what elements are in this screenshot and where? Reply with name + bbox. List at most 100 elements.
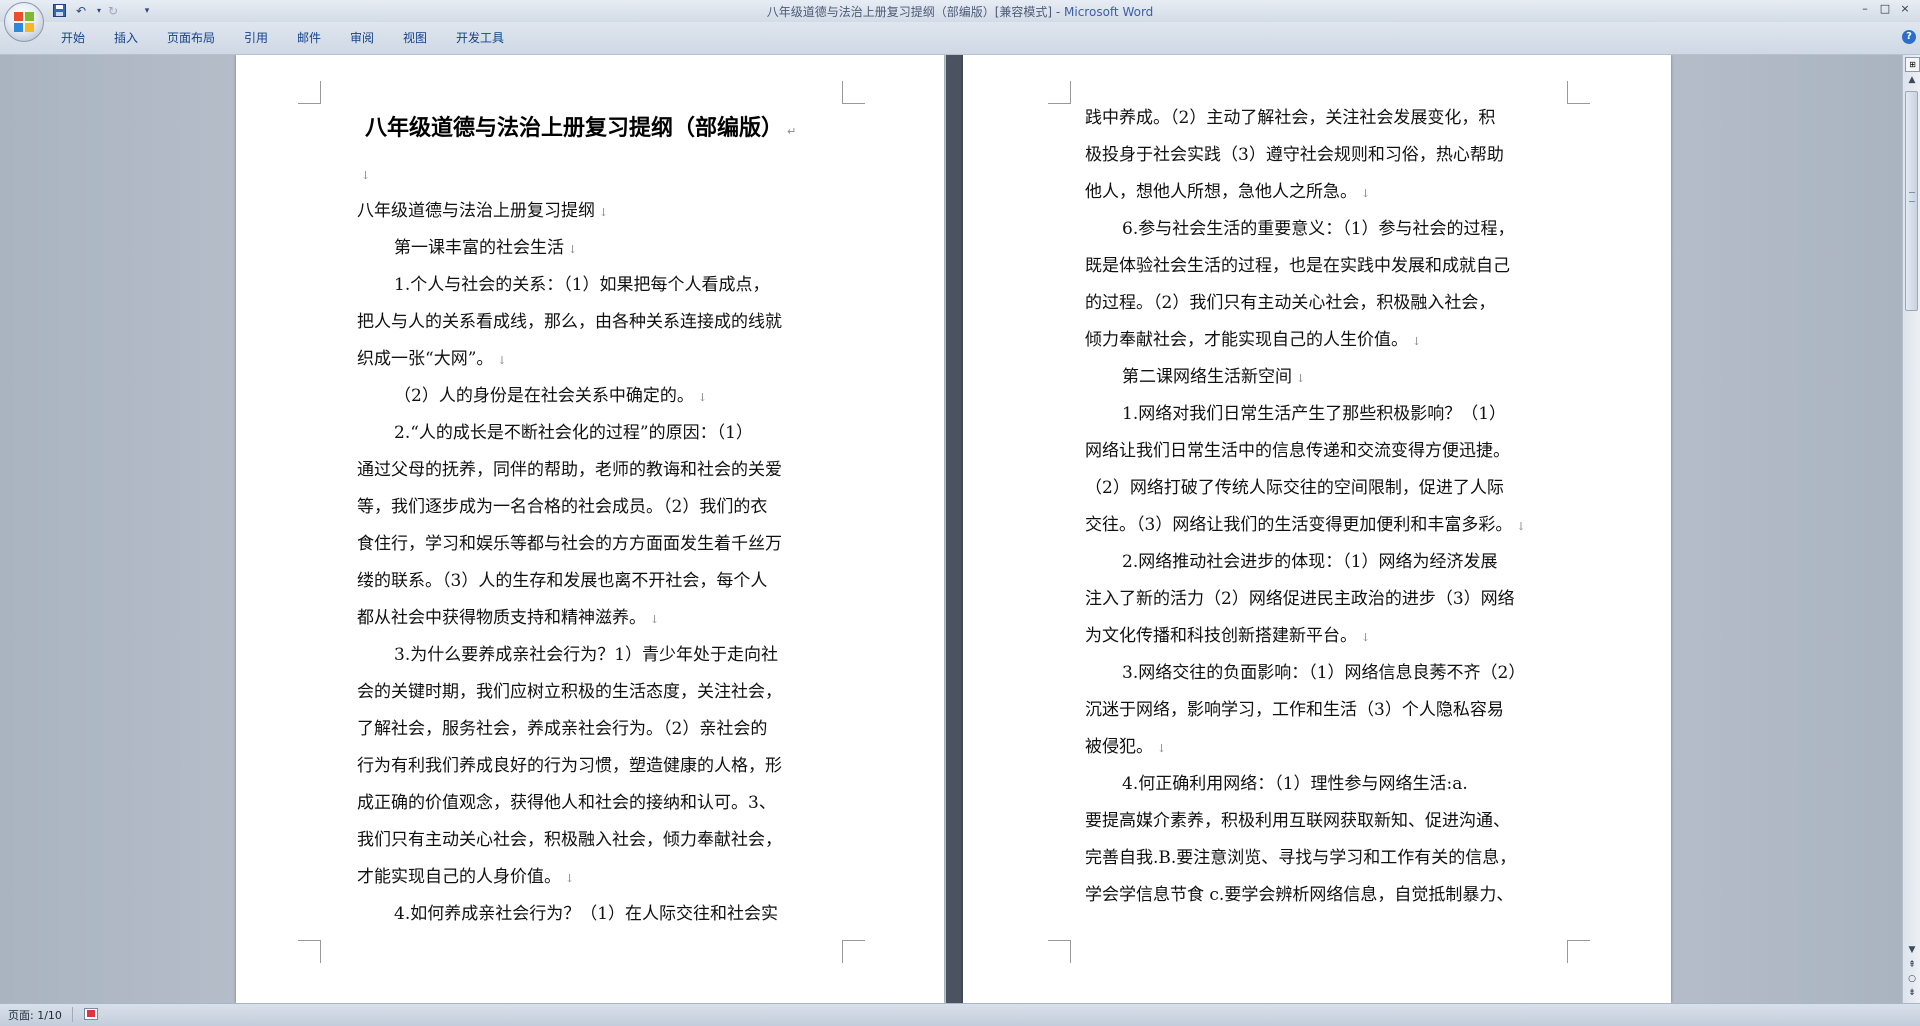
close-button[interactable]: ×	[1896, 2, 1914, 16]
help-icon[interactable]: ?	[1902, 30, 1916, 44]
tab-developer[interactable]: 开发工具	[456, 30, 504, 46]
margin-corner-mark	[298, 81, 321, 104]
minimize-button[interactable]: –	[1856, 2, 1874, 16]
document-line[interactable]: 通过父母的抚养，同伴的帮助，老师的教诲和社会的关爱	[357, 459, 782, 481]
line-text: 食住行，学习和娱乐等都与社会的方方面面发生着千丝万	[357, 534, 782, 554]
line-break-mark: ↓	[497, 354, 507, 367]
line-text: 3.为什么要养成亲社会行为？1）青少年处于走向社	[394, 645, 779, 665]
line-break-mark: ↓	[1296, 372, 1306, 385]
line-text: 交往。（3）网络让我们的生活变得更加便利和丰富多彩。	[1085, 515, 1513, 535]
document-line[interactable]: 他人，想他人所想，急他人之所急。 ↓	[1085, 181, 1370, 203]
document-workspace[interactable]: 八年级道德与法治上册复习提纲（部编版） ↵ ↓ 八年级道德与法治上册复习提纲 ↓ 第一课…	[0, 55, 1902, 1003]
document-line[interactable]: （2）人的身份是在社会关系中确定的。 ↓	[394, 385, 707, 407]
line-text: 会的关键时期，我们应树立积极的生活态度，关注社会，	[357, 682, 782, 702]
document-line[interactable]: 第二课网络生活新空间 ↓	[1122, 366, 1305, 388]
document-line[interactable]: 被侵犯。 ↓	[1085, 736, 1166, 758]
line-break-mark: ↓	[1516, 520, 1526, 533]
scroll-grip-icon	[1909, 192, 1915, 202]
scroll-down-icon[interactable]: ▼	[1905, 943, 1919, 957]
line-text: 4.如何养成亲社会行为？（1）在人际交往和社会实	[394, 904, 779, 924]
document-line[interactable]: 1.个人与社会的关系：（1）如果把每个人看成点，	[394, 274, 770, 296]
document-page-right[interactable]: 践中养成。（2）主动了解社会，关注社会发展变化，积 极投身于社会实践（3）遵守社会…	[963, 55, 1671, 1003]
line-text: 6.参与社会生活的重要意义：（1）参与社会的过程，	[1122, 219, 1515, 239]
document-line[interactable]: 2.网络推动社会进步的体现：（1）网络为经济发展	[1122, 551, 1498, 573]
document-line[interactable]: 极投身于社会实践（3）遵守社会规则和习俗，热心帮助	[1085, 144, 1504, 166]
line-text: 学会学信息节食 c.要学会辨析网络信息，自觉抵制暴力、	[1085, 885, 1514, 905]
line-text: 1.个人与社会的关系：（1）如果把每个人看成点，	[394, 275, 770, 295]
document-line[interactable]: 沉迷于网络，影响学习，工作和生活（3）个人隐私容易	[1085, 699, 1504, 721]
tab-references[interactable]: 引用	[244, 30, 268, 46]
document-line[interactable]: 注入了新的活力（2）网络促进民主政治的进步（3）网络	[1085, 588, 1515, 610]
window-title-doc: 八年级道德与法治上册复习提纲（部编版）[兼容模式] -	[766, 5, 1065, 19]
document-line[interactable]: 行为有利我们养成良好的行为习惯，塑造健康的人格，形	[357, 755, 782, 777]
line-text: 被侵犯。	[1085, 737, 1153, 757]
line-text: 倾力奉献社会，才能实现自己的人生价值。	[1085, 330, 1408, 350]
tab-review[interactable]: 审阅	[350, 30, 374, 46]
document-line[interactable]: 践中养成。（2）主动了解社会，关注社会发展变化，积	[1085, 107, 1495, 129]
document-line[interactable]: 6.参与社会生活的重要意义：（1）参与社会的过程，	[1122, 218, 1515, 240]
document-line[interactable]: 第一课丰富的社会生活 ↓	[394, 237, 577, 259]
document-line[interactable]: 学会学信息节食 c.要学会辨析网络信息，自觉抵制暴力、	[1085, 884, 1513, 906]
document-line[interactable]: 织成一张“大网”。 ↓	[357, 348, 507, 370]
document-line[interactable]: 成正确的价值观念，获得他人和社会的接纳和认可。3、	[357, 792, 776, 814]
document-line[interactable]: 缕的联系。（3）人的生存和发展也离不开社会，每个人	[357, 570, 767, 592]
tab-home[interactable]: 开始	[61, 30, 85, 46]
maximize-button[interactable]: □	[1876, 2, 1894, 16]
document-line[interactable]: 才能实现自己的人身价值。 ↓	[357, 866, 574, 888]
line-text: 4.何正确利用网络：（1）理性参与网络生活:a.	[1122, 774, 1468, 794]
proofing-icon[interactable]	[84, 1008, 98, 1020]
office-button[interactable]	[4, 2, 44, 42]
document-line[interactable]: 4.何正确利用网络：（1）理性参与网络生活:a.	[1122, 773, 1468, 795]
document-line[interactable]: 既是体验社会生活的过程，也是在实践中发展和成就自己	[1085, 255, 1510, 277]
document-line[interactable]: 完善自我.B.要注意浏览、寻找与学习和工作有关的信息，	[1085, 847, 1516, 869]
line-text: 践中养成。（2）主动了解社会，关注社会发展变化，积	[1085, 108, 1496, 128]
next-page-icon[interactable]: ⇟	[1906, 987, 1918, 999]
status-separator	[72, 1007, 73, 1022]
document-line[interactable]: 3.为什么要养成亲社会行为？1）青少年处于走向社	[394, 644, 778, 666]
line-text: 第二课网络生活新空间	[1122, 367, 1292, 387]
scroll-up-icon[interactable]: ▲	[1905, 73, 1919, 87]
document-page-left[interactable]: 八年级道德与法治上册复习提纲（部编版） ↵ ↓ 八年级道德与法治上册复习提纲 ↓ 第一课…	[236, 55, 944, 1003]
document-line[interactable]: 都从社会中获得物质支持和精神滋养。 ↓	[357, 607, 659, 629]
tab-page-layout[interactable]: 页面布局	[167, 30, 215, 46]
proofing-error-mark	[87, 1010, 95, 1017]
page-count[interactable]: 页面: 1/10	[8, 1007, 62, 1023]
document-line[interactable]: 把人与人的关系看成线，那么，由各种关系连接成的线就	[357, 311, 782, 333]
document-line[interactable]: 交往。（3）网络让我们的生活变得更加便利和丰富多彩。 ↓	[1085, 514, 1526, 536]
ruler-toggle-icon[interactable]: ⊞	[1905, 57, 1920, 72]
document-line[interactable]: 要提高媒介素养，积极利用互联网获取新知、促进沟通、	[1085, 810, 1510, 832]
tab-view[interactable]: 视图	[403, 30, 427, 46]
document-line[interactable]: 1.网络对我们日常生活产生了那些积极影响？（1）	[1122, 403, 1506, 425]
scroll-thumb[interactable]	[1905, 91, 1918, 311]
select-browse-object-icon[interactable]: ○	[1906, 973, 1918, 985]
line-text: 我们只有主动关心社会，积极融入社会，倾力奉献社会，	[357, 830, 782, 850]
document-line[interactable]: 3.网络交往的负面影响：（1）网络信息良莠不齐（2）	[1122, 662, 1525, 684]
line-text: 3.网络交往的负面影响：（1）网络信息良莠不齐（2）	[1122, 663, 1526, 683]
tab-insert[interactable]: 插入	[114, 30, 138, 46]
document-line[interactable]: （2）网络打破了传统人际交往的空间限制，促进了人际	[1085, 477, 1504, 499]
document-line[interactable]: 了解社会，服务社会，养成亲社会行为。（2）亲社会的	[357, 718, 767, 740]
paragraph-mark: ↵	[787, 125, 797, 138]
document-line[interactable]: 4.如何养成亲社会行为？（1）在人际交往和社会实	[394, 903, 778, 925]
vertical-scrollbar[interactable]: ⊞ ▲ ▼ ⇞ ○ ⇟	[1902, 55, 1920, 1003]
line-break-mark: ↓	[1361, 631, 1371, 644]
document-line[interactable]: 为文化传播和科技创新搭建新平台。 ↓	[1085, 625, 1370, 647]
document-line[interactable]: 等，我们逐步成为一名合格的社会成员。（2）我们的衣	[357, 496, 767, 518]
previous-page-icon[interactable]: ⇞	[1906, 959, 1918, 971]
document-line[interactable]: 会的关键时期，我们应树立积极的生活态度，关注社会，	[357, 681, 782, 703]
document-line[interactable]: 倾力奉献社会，才能实现自己的人生价值。 ↓	[1085, 329, 1421, 351]
line-text: 2.网络推动社会进步的体现：（1）网络为经济发展	[1122, 552, 1498, 572]
document-line[interactable]: ↓	[357, 163, 370, 185]
document-line[interactable]: 2.“人的成长是不断社会化的过程”的原因：（1）	[394, 422, 753, 444]
line-break-mark: ↓	[599, 206, 609, 219]
document-line[interactable]: 食住行，学习和娱乐等都与社会的方方面面发生着千丝万	[357, 533, 782, 555]
tab-mailings[interactable]: 邮件	[297, 30, 321, 46]
document-line[interactable]: 网络让我们日常生活中的信息传递和交流变得方便迅捷。	[1085, 440, 1510, 462]
document-line[interactable]: 的过程。（2）我们只有主动关心社会，积极融入社会，	[1085, 292, 1495, 314]
line-break-mark: ↓	[1412, 335, 1422, 348]
line-text: （2）网络打破了传统人际交往的空间限制，促进了人际	[1085, 478, 1504, 498]
margin-corner-mark	[842, 81, 865, 104]
document-line[interactable]: 我们只有主动关心社会，积极融入社会，倾力奉献社会，	[357, 829, 782, 851]
document-line[interactable]: 八年级道德与法治上册复习提纲 ↓	[357, 200, 608, 222]
document-title[interactable]: 八年级道德与法治上册复习提纲（部编版） ↵	[365, 110, 796, 142]
